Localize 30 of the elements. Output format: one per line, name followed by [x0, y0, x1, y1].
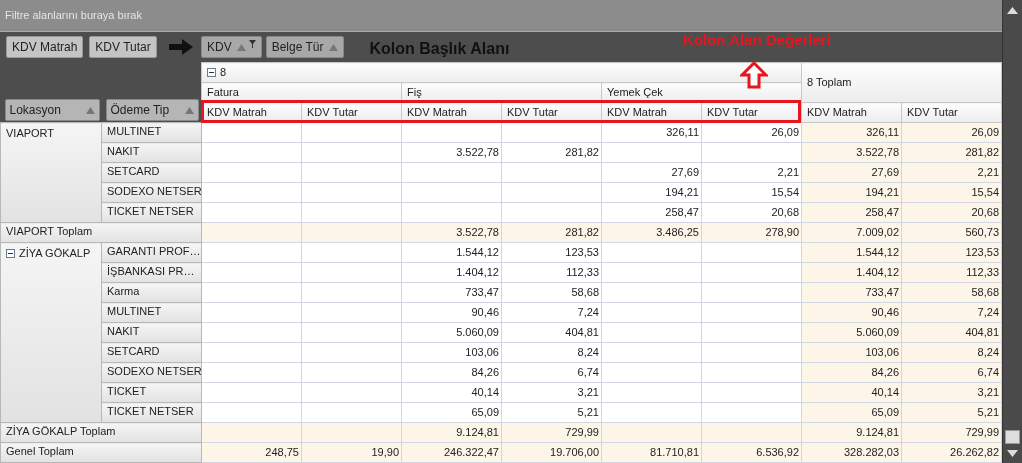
row-field-button[interactable]: Lokasyon [4, 99, 100, 122]
sort-ascending-icon [328, 43, 338, 51]
column-values-note: Kolon Alan Değerleri [683, 30, 831, 50]
collapse-icon[interactable] [207, 68, 216, 77]
column-header-note: Kolon Başlık Alanı [369, 39, 510, 60]
sort-ascending-icon [85, 106, 95, 114]
scroll-down-icon[interactable] [1007, 450, 1018, 457]
data-field-button[interactable]: KDV Matrah [6, 36, 84, 59]
data-field-button[interactable]: KDV Tutar [89, 36, 157, 59]
column-field-button[interactable]: Belge Tür [265, 36, 344, 59]
scroll-up-icon[interactable] [1007, 7, 1018, 14]
collapse-icon[interactable] [6, 248, 15, 258]
column-group-header[interactable]: 8 [201, 62, 802, 83]
sort-ascending-icon [185, 106, 194, 114]
up-arrow-icon [740, 61, 768, 89]
row-field-button[interactable]: Ödeme Tip [105, 99, 199, 122]
location-header[interactable]: ZİYA GÖKALP [0, 242, 102, 423]
location-total-header: VIAPORT Toplam [0, 222, 202, 243]
right-arrow-icon [168, 38, 194, 57]
filter-placeholder: Filtre alanlarını buraya bırak [5, 8, 142, 24]
vertical-scrollbar[interactable] [1002, 0, 1022, 463]
column-field-button[interactable]: KDV [201, 36, 262, 59]
location-header[interactable]: VIAPORT [0, 122, 102, 223]
total-column-header: 8 Toplam [801, 62, 1002, 103]
sort-ascending-icon [236, 43, 246, 51]
location-total-header: ZİYA GÖKALP Toplam [0, 422, 202, 443]
payment-type-header[interactable]: MULTINET [101, 122, 202, 143]
scrollbar-thumb[interactable] [1005, 430, 1020, 444]
grand-total-header: Genel Toplam [0, 442, 202, 463]
filter-icon[interactable] [248, 40, 256, 49]
